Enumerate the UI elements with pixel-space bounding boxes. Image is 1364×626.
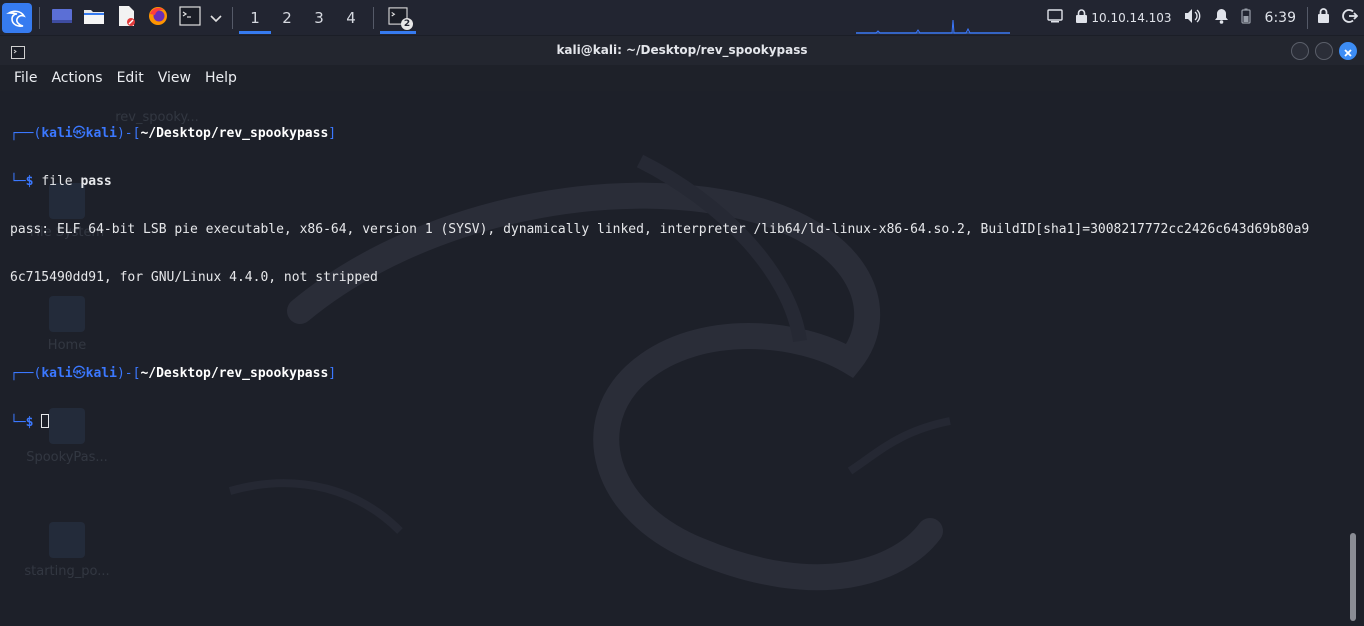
workspace-4-button[interactable]: 4 [335,0,367,35]
maximize-button[interactable] [1315,42,1333,60]
top-panel: 1 2 3 4 2 10.10.14.103 6:39 [0,0,1364,35]
battery-icon [1240,8,1251,28]
folder-icon [83,7,105,29]
workspace-2-button[interactable]: 2 [271,0,303,35]
text-editor-icon [116,5,136,31]
menu-actions[interactable]: Actions [44,70,109,86]
applications-menu-button[interactable] [1,2,33,34]
output-line: pass: ELF 64-bit LSB pie executable, x86… [10,222,1310,237]
panel-separator [1307,6,1308,29]
vpn-status[interactable]: 10.10.14.103 [1069,0,1177,35]
scrollbar[interactable] [1350,533,1356,621]
show-desktop-button[interactable] [47,3,77,33]
panel-separator [373,6,374,29]
battery-button[interactable] [1235,0,1257,35]
prompt-line: ┌──(kali㉿kali)-[~/Desktop/rev_spookypass… [10,366,337,381]
bell-icon [1214,8,1229,28]
window-title: kali@kali: ~/Desktop/rev_spookypass [556,43,808,57]
menu-bar: File Actions Edit View Help [0,65,1364,91]
prompt-line: ┌──(kali㉿kali)-[~/Desktop/rev_spookypass… [10,126,337,141]
terminal-icon [179,5,201,30]
workspace-1-button[interactable]: 1 [239,0,271,35]
launcher-dropdown-button[interactable] [207,3,225,33]
menu-file[interactable]: File [7,70,44,86]
close-icon [1344,42,1352,61]
file-manager-button[interactable] [79,3,109,33]
volume-button[interactable] [1178,0,1208,35]
logout-button[interactable] [1336,0,1364,35]
output-line: 6c715490dd91, for GNU/Linux 4.4.0, not s… [10,270,378,285]
monitor-icon [1047,8,1064,27]
firefox-icon [147,5,169,31]
clock[interactable]: 6:39 [1257,10,1304,26]
cpu-graph [856,19,1010,34]
menu-edit[interactable]: Edit [110,70,151,86]
ip-address: 10.10.14.103 [1091,10,1172,25]
kali-dragon-icon [2,2,32,33]
system-tray: 10.10.14.103 6:39 [1041,0,1364,35]
workspace-3-button[interactable]: 3 [303,0,335,35]
logout-icon [1342,8,1359,28]
text-editor-button[interactable] [111,3,141,33]
document-icon [49,522,85,558]
menu-view[interactable]: View [151,70,198,86]
display-button[interactable] [1041,0,1069,35]
input-line[interactable]: └─$ [10,414,1346,430]
menu-help[interactable]: Help [198,70,244,86]
command-line: └─$ file pass [10,174,112,189]
terminal-output[interactable]: ┌──(kali㉿kali)-[~/Desktop/rev_spookypass… [10,94,1346,462]
close-button[interactable] [1339,42,1357,60]
terminal-window: kali@kali: ~/Desktop/rev_spookypass File… [0,36,1364,626]
panel-separator [39,6,40,29]
volume-icon [1184,8,1202,28]
panel-separator [232,6,233,29]
window-titlebar[interactable]: kali@kali: ~/Desktop/rev_spookypass [0,36,1364,65]
lock-icon [1075,8,1088,27]
lock-screen-button[interactable] [1311,0,1336,35]
notifications-button[interactable] [1208,0,1235,35]
desktop-icon [51,7,73,29]
window-count-badge: 2 [401,18,413,30]
minimize-button[interactable] [1291,42,1309,60]
terminal-task-button[interactable]: 2 [380,0,416,35]
text-cursor [41,414,50,428]
padlock-icon [1317,8,1330,27]
chevron-down-icon [210,8,222,27]
desktop-icon-starting-point: starting_po... [12,522,122,579]
terminal-launcher-button[interactable] [175,3,205,33]
firefox-button[interactable] [143,3,173,33]
